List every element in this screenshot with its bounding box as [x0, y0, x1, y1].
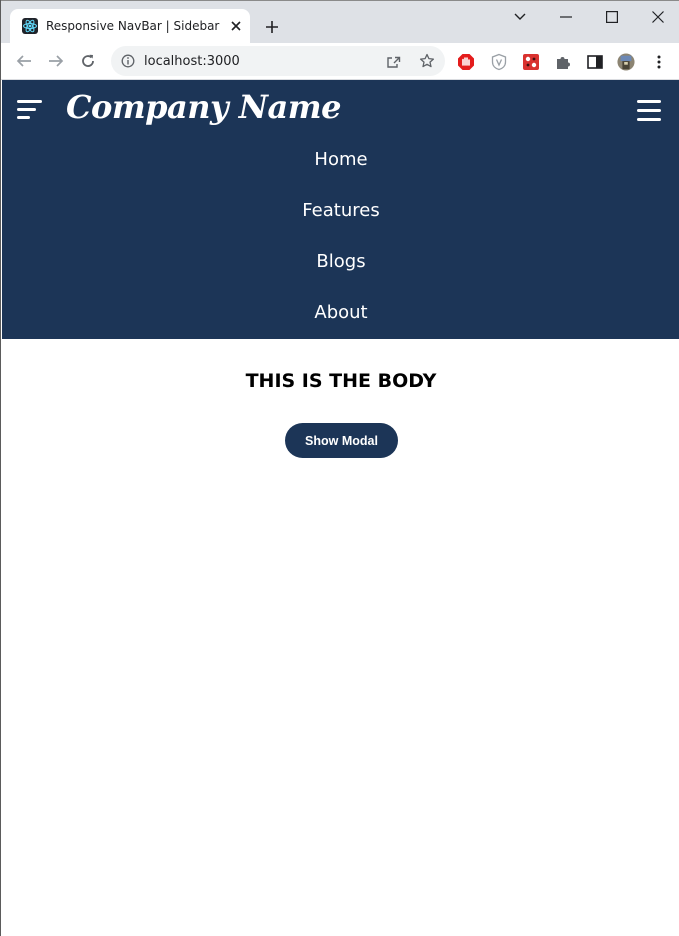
- forward-icon[interactable]: [46, 51, 66, 71]
- adblock-icon[interactable]: [457, 53, 475, 71]
- hamburger-icon[interactable]: [637, 100, 661, 122]
- brand-logo[interactable]: Company Name: [66, 88, 341, 126]
- more-icon[interactable]: [650, 53, 668, 71]
- site-header: Company Name Home Features Blogs About: [2, 80, 679, 339]
- nav-link-about[interactable]: About: [2, 302, 679, 323]
- info-icon[interactable]: [121, 54, 135, 68]
- minimize-icon[interactable]: [556, 7, 576, 27]
- profile-icon[interactable]: [617, 53, 635, 71]
- tab-strip: Responsive NavBar | Sidebar: [1, 0, 679, 44]
- browser-window: Responsive NavBar | Sidebar localhost:30…: [0, 0, 679, 936]
- nav-link-blogs[interactable]: Blogs: [2, 251, 679, 272]
- nav-link-features[interactable]: Features: [2, 200, 679, 221]
- share-icon[interactable]: [386, 53, 402, 69]
- react-icon: [22, 18, 38, 34]
- star-icon[interactable]: [419, 53, 435, 69]
- page-title: THIS IS THE BODY: [245, 370, 437, 392]
- back-icon[interactable]: [14, 51, 34, 71]
- address-bar[interactable]: localhost:3000: [111, 46, 445, 76]
- maximize-icon[interactable]: [602, 7, 622, 27]
- sidebar-toggle-icon[interactable]: [17, 100, 43, 120]
- close-icon[interactable]: [228, 18, 244, 34]
- plus-icon[interactable]: [262, 17, 282, 37]
- window-close-icon[interactable]: [648, 7, 668, 27]
- browser-toolbar: localhost:3000: [1, 43, 679, 80]
- browser-tab[interactable]: Responsive NavBar | Sidebar: [10, 9, 250, 44]
- shield-icon[interactable]: [490, 53, 508, 71]
- puzzle-icon[interactable]: [554, 53, 572, 71]
- url-text: localhost:3000: [144, 54, 240, 69]
- extension-icon[interactable]: [522, 53, 540, 71]
- chevron-down-icon[interactable]: [510, 7, 530, 27]
- nav-link-home[interactable]: Home: [2, 149, 679, 170]
- sidepanel-icon[interactable]: [586, 53, 604, 71]
- tab-title: Responsive NavBar | Sidebar: [46, 19, 220, 33]
- show-modal-button[interactable]: Show Modal: [285, 423, 398, 458]
- reload-icon[interactable]: [78, 51, 98, 71]
